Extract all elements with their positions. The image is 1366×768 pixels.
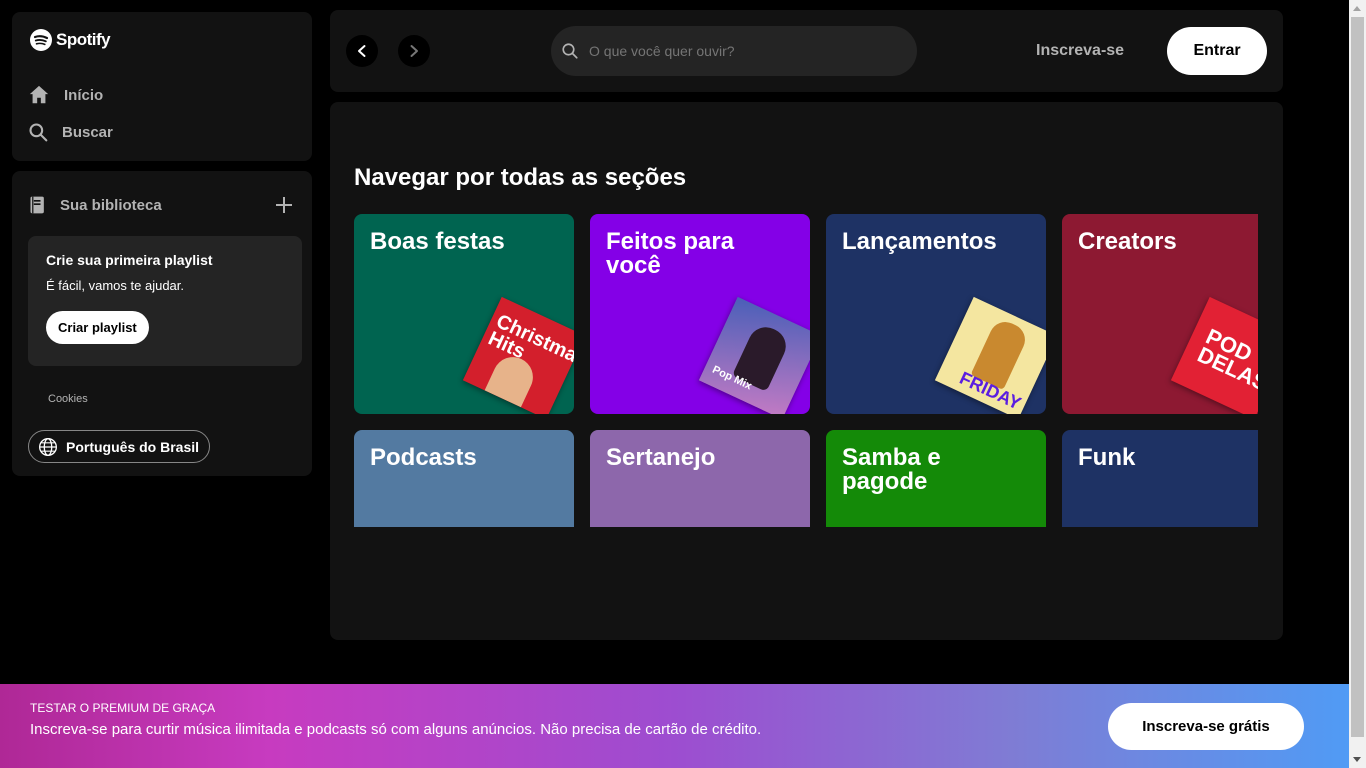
nav-item-home[interactable]: Início xyxy=(28,84,103,106)
nav-item-search[interactable]: Buscar xyxy=(28,122,113,142)
card-title: Boas festas xyxy=(370,228,505,255)
spotify-logo[interactable]: Spotify xyxy=(29,28,111,52)
scroll-down-arrow[interactable] xyxy=(1353,757,1361,762)
spotify-logo-icon xyxy=(30,29,52,51)
language-button[interactable]: Português do Brasil xyxy=(28,430,211,463)
page-scrollbar[interactable] xyxy=(1349,0,1366,768)
language-label: Português do Brasil xyxy=(66,438,200,455)
plus-icon xyxy=(276,197,292,213)
library-header[interactable]: Sua biblioteca xyxy=(28,195,162,215)
nav-home-label: Início xyxy=(64,86,104,104)
banner-kicker: TESTAR O PREMIUM DE GRAÇA xyxy=(30,701,216,715)
main-content: Navegar por todas as seções Boas festas … xyxy=(330,102,1283,640)
genre-grid: Boas festas Christmas Hits Feitos para v… xyxy=(354,214,1258,527)
section-title: Navegar por todas as seções xyxy=(354,164,687,191)
search-input[interactable] xyxy=(589,43,889,59)
card-art-new-music-friday: FRIDAY xyxy=(934,296,1046,414)
card-lancamentos[interactable]: Lançamentos FRIDAY xyxy=(826,214,1046,414)
library-icon xyxy=(30,196,44,214)
card-art-christmas-hits: Christmas Hits xyxy=(462,296,574,414)
card-title: Lançamentos xyxy=(842,228,997,255)
top-bar: Inscreva-se Entrar xyxy=(330,10,1283,92)
cookies-link[interactable]: Cookies xyxy=(48,393,88,405)
card-samba-e-pagode[interactable]: Samba e pagode xyxy=(826,430,1046,527)
chevron-right-icon xyxy=(410,45,418,57)
card-podcasts[interactable]: Podcasts xyxy=(354,430,574,527)
card-title: Podcasts xyxy=(370,444,477,471)
create-playlist-button[interactable]: Criar playlist xyxy=(46,311,149,344)
card-feitos-para-voce[interactable]: Feitos para você Pop Mix xyxy=(590,214,810,414)
card-funk[interactable]: Funk xyxy=(1062,430,1258,527)
card-creators[interactable]: Creators POD DELAS xyxy=(1062,214,1258,414)
art-text: POD DELAS xyxy=(1193,323,1258,396)
search-icon xyxy=(562,43,578,59)
banner-text: Inscreva-se para curtir música ilimitada… xyxy=(30,721,762,738)
chevron-left-icon xyxy=(358,45,366,57)
signup-link[interactable]: Inscreva-se xyxy=(1036,42,1124,60)
card-title: Funk xyxy=(1078,444,1136,471)
home-icon xyxy=(29,85,49,104)
promo-subtitle: É fácil, vamos te ajudar. xyxy=(46,278,185,293)
card-title: Sertanejo xyxy=(606,444,716,471)
search-bar[interactable] xyxy=(551,26,917,76)
premium-banner: TESTAR O PREMIUM DE GRAÇA Inscreva-se pa… xyxy=(0,684,1349,768)
card-art-pop-mix: Pop Mix xyxy=(698,296,810,414)
add-playlist-button[interactable] xyxy=(272,193,296,217)
card-sertanejo[interactable]: Sertanejo xyxy=(590,430,810,527)
library-title: Sua biblioteca xyxy=(60,196,162,214)
scroll-thumb[interactable] xyxy=(1351,17,1364,737)
search-icon xyxy=(29,123,48,142)
globe-icon xyxy=(39,437,57,456)
forward-button[interactable] xyxy=(398,35,430,67)
promo-title: Crie sua primeira playlist xyxy=(46,252,213,268)
back-button[interactable] xyxy=(346,35,378,67)
scroll-up-arrow[interactable] xyxy=(1353,6,1361,11)
create-playlist-card: Crie sua primeira playlist É fácil, vamo… xyxy=(28,236,302,366)
logo-text: Spotify xyxy=(56,30,111,49)
card-boas-festas[interactable]: Boas festas Christmas Hits xyxy=(354,214,574,414)
signup-free-button[interactable]: Inscreva-se grátis xyxy=(1108,703,1304,750)
card-title: Samba e pagode xyxy=(842,444,941,495)
card-title: Creators xyxy=(1078,228,1177,255)
login-button[interactable]: Entrar xyxy=(1167,27,1267,75)
sidebar-nav-panel: Spotify Início Buscar xyxy=(12,12,312,161)
nav-search-label: Buscar xyxy=(62,123,113,141)
card-title: Feitos para você xyxy=(606,228,735,279)
card-art-pod-delas: POD DELAS xyxy=(1170,296,1258,414)
library-panel: Sua biblioteca Crie sua primeira playlis… xyxy=(12,171,312,476)
